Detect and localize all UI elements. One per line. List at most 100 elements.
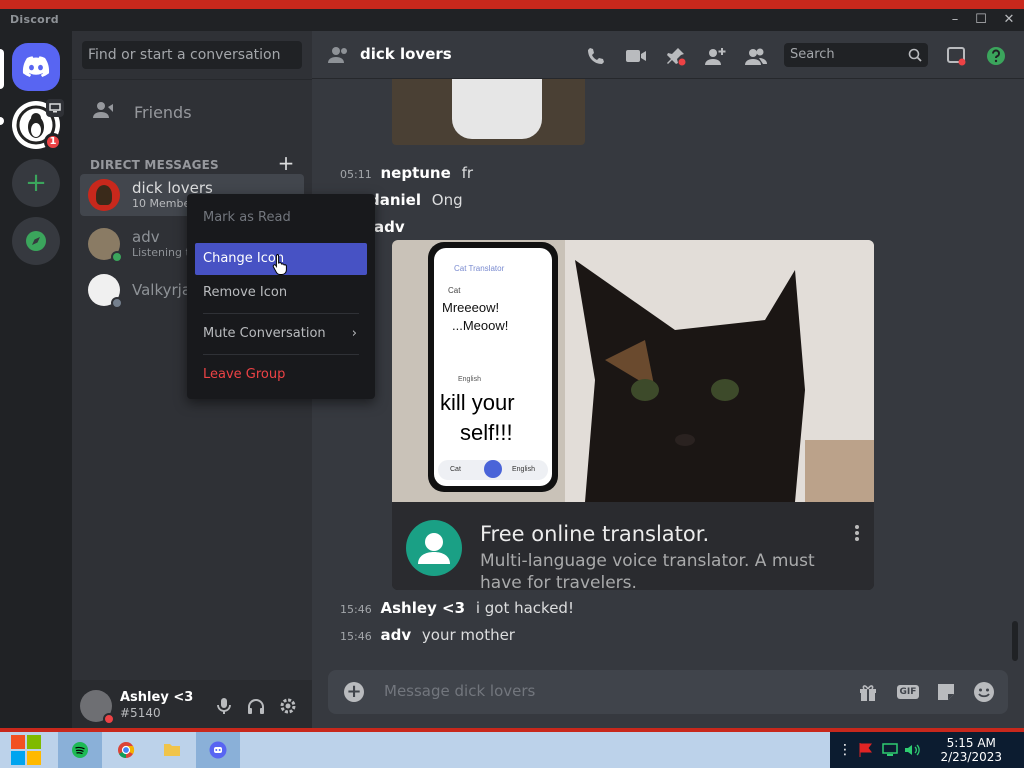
user-avatar [88,228,123,263]
taskbar-chrome[interactable] [104,732,148,768]
add-friends-to-dm-button[interactable] [704,44,728,68]
phone-lang-label: English [458,376,481,383]
minimize-button[interactable]: – [942,11,968,29]
message-author[interactable]: adv [374,218,405,236]
phone-mic-icon [484,460,502,478]
tray-overflow-icon[interactable]: ⋮ [838,742,852,758]
start-button[interactable] [4,732,48,768]
spotify-icon [72,742,88,758]
menu-item-leave-group[interactable]: Leave Group [195,359,367,391]
taskbar-spotify[interactable] [58,732,102,768]
close-button[interactable]: ✕ [996,11,1022,29]
message-author[interactable]: adv [380,626,411,644]
message-timestamp: 05:11 [340,168,372,181]
taskbar-discord[interactable] [196,732,240,768]
start-video-call-button[interactable] [624,44,648,68]
phone-icon [588,48,604,64]
sticker-button[interactable] [934,680,958,704]
message-content: fr [461,164,474,182]
find-conversation-button[interactable]: Find or start a conversation [82,41,302,69]
unread-pill [0,117,4,125]
gif-button[interactable]: GIF [896,680,920,704]
phone-line1: Mreeeow! [442,300,500,315]
online-status-icon [111,251,123,263]
message-author[interactable]: Ashley <3 [380,599,465,617]
user-avatar [88,274,123,309]
clock-date: 2/23/2023 [940,750,1002,764]
image-attachment[interactable] [392,79,585,145]
member-list-button[interactable] [744,44,768,68]
headphones-icon [248,699,264,714]
message-row: 05:11 neptune fr [340,164,473,182]
menu-item-mute-conversation[interactable]: Mute Conversation › [195,318,367,350]
explore-servers-button[interactable] [12,217,60,265]
start-voice-call-button[interactable] [584,44,608,68]
message-author[interactable]: daniel [369,191,421,209]
embed-phone-image: Cat Translator Cat Mreeeow! ...Meoow! En… [392,240,565,502]
deafen-button[interactable] [244,694,268,718]
create-dm-button[interactable]: + [277,151,295,175]
user-avatar[interactable] [80,690,115,725]
home-button[interactable] [12,43,60,91]
discord-logo-icon [22,56,50,77]
message-row: daniel Ong [369,191,463,209]
inbox-button[interactable] [944,44,968,68]
network-icon[interactable] [882,742,898,758]
active-pill [0,49,4,89]
scrollbar-thumb[interactable] [1012,621,1018,661]
maximize-button[interactable]: ☐ [968,11,994,29]
search-input[interactable]: Search [784,43,928,67]
volume-icon[interactable] [904,742,920,758]
search-placeholder: Search [790,47,835,62]
message-row: 15:46 Ashley <3 i got hacked! [340,599,574,617]
emoji-button[interactable] [972,680,996,704]
user-settings-button[interactable] [276,694,300,718]
more-vertical-icon[interactable] [854,524,860,542]
search-icon [908,48,922,62]
friends-icon [92,98,124,126]
message-author[interactable]: neptune [380,164,450,182]
mute-mic-button[interactable] [212,694,236,718]
help-icon [987,47,1005,65]
plus-icon: + [25,168,47,198]
upload-plus-icon[interactable]: + [344,682,364,702]
add-server-button[interactable]: + [12,159,60,207]
channel-header: dick lovers Search [312,31,1024,79]
pin-icon [667,48,686,66]
gif-icon: GIF [896,685,920,699]
flag-icon[interactable] [858,742,874,758]
server-icon-linux[interactable]: 1 [12,99,64,151]
chevron-right-icon: › [351,326,357,341]
guild-sidebar: 1 + [0,31,72,732]
screen-share-icon [46,99,64,117]
message-input[interactable]: Message dick lovers [384,682,535,700]
phone-line2: ...Meoow! [452,318,509,333]
message-composer[interactable]: + Message dick lovers GIF [328,670,1008,714]
embed-description: Multi-language voice translator. A must … [480,551,815,590]
taskbar-clock[interactable]: 5:15 AM 2/23/2023 [940,736,1002,764]
inbox-icon [947,47,966,66]
title-bar: Discord – ☐ ✕ [0,9,1024,31]
message-row: 15:46 adv your mother [340,626,515,644]
dnd-status-icon [103,713,115,725]
dm-header: DIRECT MESSAGES [90,158,219,172]
phone-big-line1: kill your [440,390,515,415]
menu-item-mark-as-read[interactable]: Mark as Read [195,202,367,234]
context-menu: Mark as Read Change Icon Remove Icon Mut… [187,194,375,399]
message-content: i got hacked! [475,599,574,617]
message-timestamp: 15:46 [340,603,372,616]
link-embed[interactable]: Cat Translator Cat Mreeeow! ...Meoow! En… [392,240,874,590]
mention-badge: 1 [44,133,62,151]
help-button[interactable] [984,44,1008,68]
gift-button[interactable] [856,680,880,704]
taskbar-file-explorer[interactable] [150,732,194,768]
pinned-messages-button[interactable] [664,44,688,68]
user-tag: #5140 [120,706,161,720]
embed-title[interactable]: Free online translator. [480,522,709,546]
message-row: adv [374,218,411,236]
menu-item-remove-icon[interactable]: Remove Icon [195,277,367,309]
gift-icon [860,685,876,701]
friends-nav-item[interactable]: Friends [80,91,304,133]
system-tray: ⋮ 5:15 AM 2/23/2023 [830,732,1024,768]
sticker-icon [938,684,954,700]
